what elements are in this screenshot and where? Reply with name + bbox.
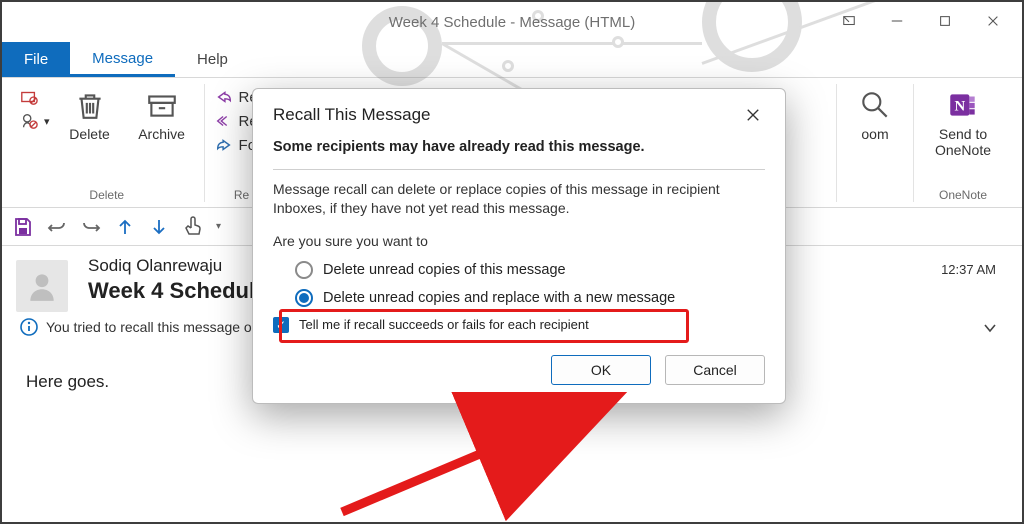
info-text: You tried to recall this message on — [46, 319, 260, 335]
minimize-icon[interactable] — [874, 6, 920, 36]
junk-icon — [20, 112, 38, 130]
window-title: Week 4 Schedule - Message (HTML) — [389, 14, 635, 31]
dialog-description: Message recall can delete or replace cop… — [273, 180, 765, 218]
dialog-prompt: Are you sure you want to — [273, 232, 765, 251]
option-delete-unread[interactable]: Delete unread copies of this message — [295, 261, 765, 279]
onenote-icon: N — [946, 88, 980, 122]
forward-icon — [215, 136, 233, 154]
tab-help[interactable]: Help — [175, 42, 250, 77]
ignore-icon — [20, 88, 38, 106]
divider — [273, 169, 765, 170]
archive-label: Archive — [138, 126, 185, 142]
ribbon-display-options-icon[interactable] — [826, 6, 872, 36]
radio-icon — [295, 261, 313, 279]
down-arrow-icon[interactable] — [148, 216, 170, 238]
tab-file[interactable]: File — [2, 42, 70, 77]
ribbon-tabs: File Message Help — [2, 42, 1022, 78]
checkbox-icon: ✓ — [273, 317, 289, 333]
junk-button[interactable]: ▾ — [20, 112, 50, 130]
redo-icon[interactable] — [80, 216, 102, 238]
radio-icon — [295, 289, 313, 307]
group-onenote-label: OneNote — [924, 188, 1002, 202]
delete-button[interactable]: Delete — [58, 84, 122, 142]
cancel-button[interactable]: Cancel — [665, 355, 765, 385]
save-icon[interactable] — [12, 216, 34, 238]
ribbon-group-delete: ▾ Delete Archive Delete — [10, 84, 205, 202]
checkbox-tell-me[interactable]: ✓ Tell me if recall succeeds or fails fo… — [273, 317, 765, 333]
dialog-heading: Some recipients may have already read th… — [273, 139, 765, 155]
send-to-onenote-button[interactable]: N Send to OneNote — [924, 84, 1002, 158]
undo-icon[interactable] — [46, 216, 68, 238]
dialog-title: Recall This Message — [273, 105, 430, 125]
reply-all-icon — [215, 112, 233, 130]
trash-icon — [73, 88, 107, 122]
option-delete-and-replace[interactable]: Delete unread copies and replace with a … — [295, 289, 765, 307]
reply-icon — [215, 88, 233, 106]
message-time: 12:37 AM — [941, 262, 996, 277]
tab-message[interactable]: Message — [70, 42, 175, 77]
maximize-icon[interactable] — [922, 6, 968, 36]
archive-button[interactable]: Archive — [130, 84, 194, 142]
avatar — [16, 260, 68, 312]
info-icon — [20, 318, 38, 336]
dialog-close-icon[interactable] — [741, 103, 765, 127]
title-bar: Week 4 Schedule - Message (HTML) — [2, 2, 1022, 42]
recall-dialog: Recall This Message Some recipients may … — [252, 88, 786, 404]
up-arrow-icon[interactable] — [114, 216, 136, 238]
svg-text:N: N — [954, 98, 965, 114]
close-window-icon[interactable] — [970, 6, 1016, 36]
touch-mode-icon[interactable] — [182, 216, 204, 238]
ok-button[interactable]: OK — [551, 355, 651, 385]
ignore-button[interactable] — [20, 88, 50, 106]
archive-icon — [145, 88, 179, 122]
group-delete-label: Delete — [20, 188, 194, 202]
delete-label: Delete — [69, 126, 109, 142]
zoom-icon — [858, 88, 892, 122]
zoom-button[interactable]: oom — [847, 84, 903, 142]
expand-header-icon[interactable] — [982, 320, 998, 336]
